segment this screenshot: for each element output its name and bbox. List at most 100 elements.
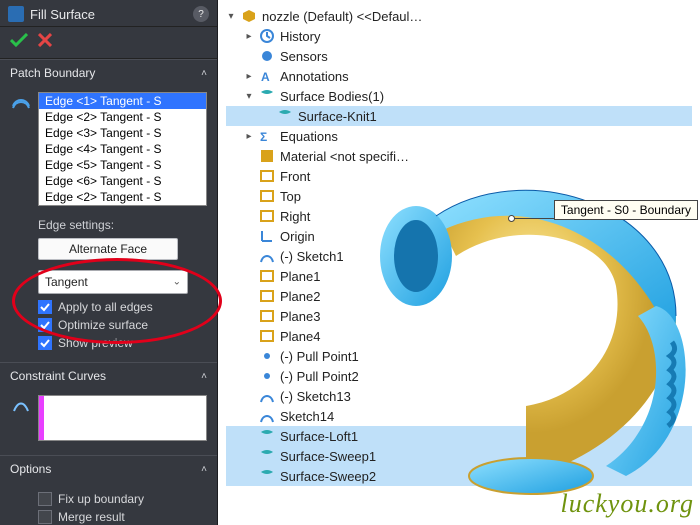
- checkbox-label: Optimize surface: [58, 318, 148, 332]
- collapse-icon[interactable]: ▾: [244, 91, 254, 102]
- tree-item[interactable]: Plane4: [226, 326, 692, 346]
- optimize-surface-checkbox[interactable]: Optimize surface: [38, 318, 207, 332]
- merge-result-checkbox[interactable]: Merge result: [38, 510, 207, 524]
- ok-button[interactable]: [10, 33, 28, 50]
- constraint-curve-list[interactable]: [38, 395, 207, 441]
- collapse-icon[interactable]: ▾: [226, 11, 236, 22]
- annotations-icon: A: [259, 68, 275, 84]
- tree-item-label: (-) Pull Point2: [280, 369, 359, 384]
- tree-item[interactable]: (-) Sketch13: [226, 386, 692, 406]
- continuity-value: Tangent: [45, 275, 88, 289]
- tree-item-label: Plane2: [280, 289, 320, 304]
- section-title: Options: [10, 462, 51, 476]
- surface-bodies-icon: [259, 88, 275, 104]
- graphics-area[interactable]: ▾ nozzle (Default) <<Defaul… ▸History Se…: [218, 0, 700, 525]
- section-constraint-curves: Constraint Curves ˄: [0, 362, 217, 455]
- panel-header: Fill Surface ?: [0, 0, 217, 27]
- tree-item-label: Sketch14: [280, 409, 334, 424]
- edge-item[interactable]: Edge <1> Tangent - S: [39, 93, 206, 109]
- section-header-constraint-curves[interactable]: Constraint Curves ˄: [0, 363, 217, 389]
- section-title: Patch Boundary: [10, 66, 95, 80]
- section-patch-boundary: Patch Boundary ˄ Edge <1> Tangent - S Ed…: [0, 59, 217, 362]
- surf-icon: [259, 468, 275, 484]
- property-manager-panel: Fill Surface ? Patch Boundary ˄: [0, 0, 218, 525]
- tree-item[interactable]: (-) Pull Point2: [226, 366, 692, 386]
- cancel-button[interactable]: [38, 33, 52, 50]
- callout-leader: [514, 218, 554, 219]
- plane-icon: [259, 168, 275, 184]
- svg-text:A: A: [261, 70, 270, 84]
- point-icon: [259, 368, 275, 384]
- feature-tree: ▾ nozzle (Default) <<Defaul… ▸History Se…: [218, 0, 700, 525]
- chevron-up-icon: ˄: [201, 464, 207, 475]
- svg-text:Σ: Σ: [260, 130, 267, 144]
- tree-item-label: Plane1: [280, 269, 320, 284]
- tree-item-highlighted[interactable]: Surface-Knit1: [226, 106, 692, 126]
- tree-item[interactable]: ▸History: [226, 26, 692, 46]
- origin-icon: [259, 228, 275, 244]
- help-icon[interactable]: ?: [193, 6, 209, 22]
- tree-item-label: Surface-Sweep2: [280, 469, 376, 484]
- tree-item[interactable]: Front: [226, 166, 692, 186]
- tree-item[interactable]: Plane1: [226, 266, 692, 286]
- fill-surface-icon: [8, 6, 24, 22]
- tree-item[interactable]: Origin: [226, 226, 692, 246]
- fix-up-boundary-checkbox[interactable]: Fix up boundary: [38, 492, 207, 506]
- edge-item[interactable]: Edge <6> Tangent - S: [39, 173, 206, 189]
- checkbox-checked-icon: [38, 318, 52, 332]
- tree-item[interactable]: (-) Pull Point1: [226, 346, 692, 366]
- tree-root[interactable]: ▾ nozzle (Default) <<Defaul…: [226, 6, 692, 26]
- sensors-icon: [259, 48, 275, 64]
- checkbox-label: Show preview: [58, 336, 133, 350]
- tree-item-label: Plane4: [280, 329, 320, 344]
- tree-item[interactable]: Plane2: [226, 286, 692, 306]
- plane-icon: [259, 288, 275, 304]
- apply-to-all-edges-checkbox[interactable]: Apply to all edges: [38, 300, 207, 314]
- tree-item[interactable]: ▾Surface Bodies(1): [226, 86, 692, 106]
- section-header-options[interactable]: Options ˄: [0, 456, 217, 482]
- part-icon: [241, 8, 257, 24]
- equations-icon: Σ: [259, 128, 275, 144]
- edge-item[interactable]: Edge <2> Tangent - S: [39, 109, 206, 125]
- tree-item[interactable]: Plane3: [226, 306, 692, 326]
- chevron-down-icon: ⌄: [173, 277, 181, 288]
- continuity-select[interactable]: Tangent ⌄: [38, 270, 188, 294]
- edge-item[interactable]: Edge <5> Tangent - S: [39, 157, 206, 173]
- tree-item[interactable]: Material <not specifi…: [226, 146, 692, 166]
- tree-item-highlighted[interactable]: Surface-Sweep2: [226, 466, 692, 486]
- panel-title: Fill Surface: [30, 7, 187, 22]
- material-icon: [259, 148, 275, 164]
- plane-icon: [259, 208, 275, 224]
- edge-list[interactable]: Edge <1> Tangent - S Edge <2> Tangent - …: [38, 92, 207, 206]
- surf-icon: [259, 428, 275, 444]
- tree-item-label: (-) Sketch13: [280, 389, 351, 404]
- section-header-patch-boundary[interactable]: Patch Boundary ˄: [0, 60, 217, 86]
- edge-callout: Tangent - S0 - Boundary: [554, 200, 698, 220]
- chevron-up-icon: ˄: [201, 371, 207, 382]
- boundary-icon: [10, 92, 32, 110]
- edge-settings-label: Edge settings:: [38, 218, 207, 232]
- edge-item[interactable]: Edge <3> Tangent - S: [39, 125, 206, 141]
- edge-item[interactable]: Edge <2> Tangent - S: [39, 189, 206, 205]
- tree-item-highlighted[interactable]: Surface-Loft1: [226, 426, 692, 446]
- section-title: Constraint Curves: [10, 369, 106, 383]
- tree-item-label: Surface-Sweep1: [280, 449, 376, 464]
- section-options: Options ˄ Fix up boundary Merge result: [0, 455, 217, 525]
- show-preview-checkbox[interactable]: Show preview: [38, 336, 207, 350]
- tree-item[interactable]: (-) Sketch1: [226, 246, 692, 266]
- edge-item[interactable]: Edge <4> Tangent - S: [39, 141, 206, 157]
- tree-item[interactable]: ▸ΣEquations: [226, 126, 692, 146]
- plane-icon: [259, 268, 275, 284]
- tree-item-label: Surface-Loft1: [280, 429, 358, 444]
- surface-icon: [277, 108, 293, 124]
- tree-item-label: (-) Sketch1: [280, 249, 344, 264]
- tree-item-highlighted[interactable]: Surface-Sweep1: [226, 446, 692, 466]
- tree-item[interactable]: ▸AAnnotations: [226, 66, 692, 86]
- tree-item[interactable]: Sketch14: [226, 406, 692, 426]
- plane-icon: [259, 308, 275, 324]
- checkbox-label: Apply to all edges: [58, 300, 153, 314]
- point-icon: [259, 348, 275, 364]
- alternate-face-button[interactable]: Alternate Face: [38, 238, 178, 260]
- constraint-curve-icon: [10, 395, 32, 413]
- tree-item[interactable]: Sensors: [226, 46, 692, 66]
